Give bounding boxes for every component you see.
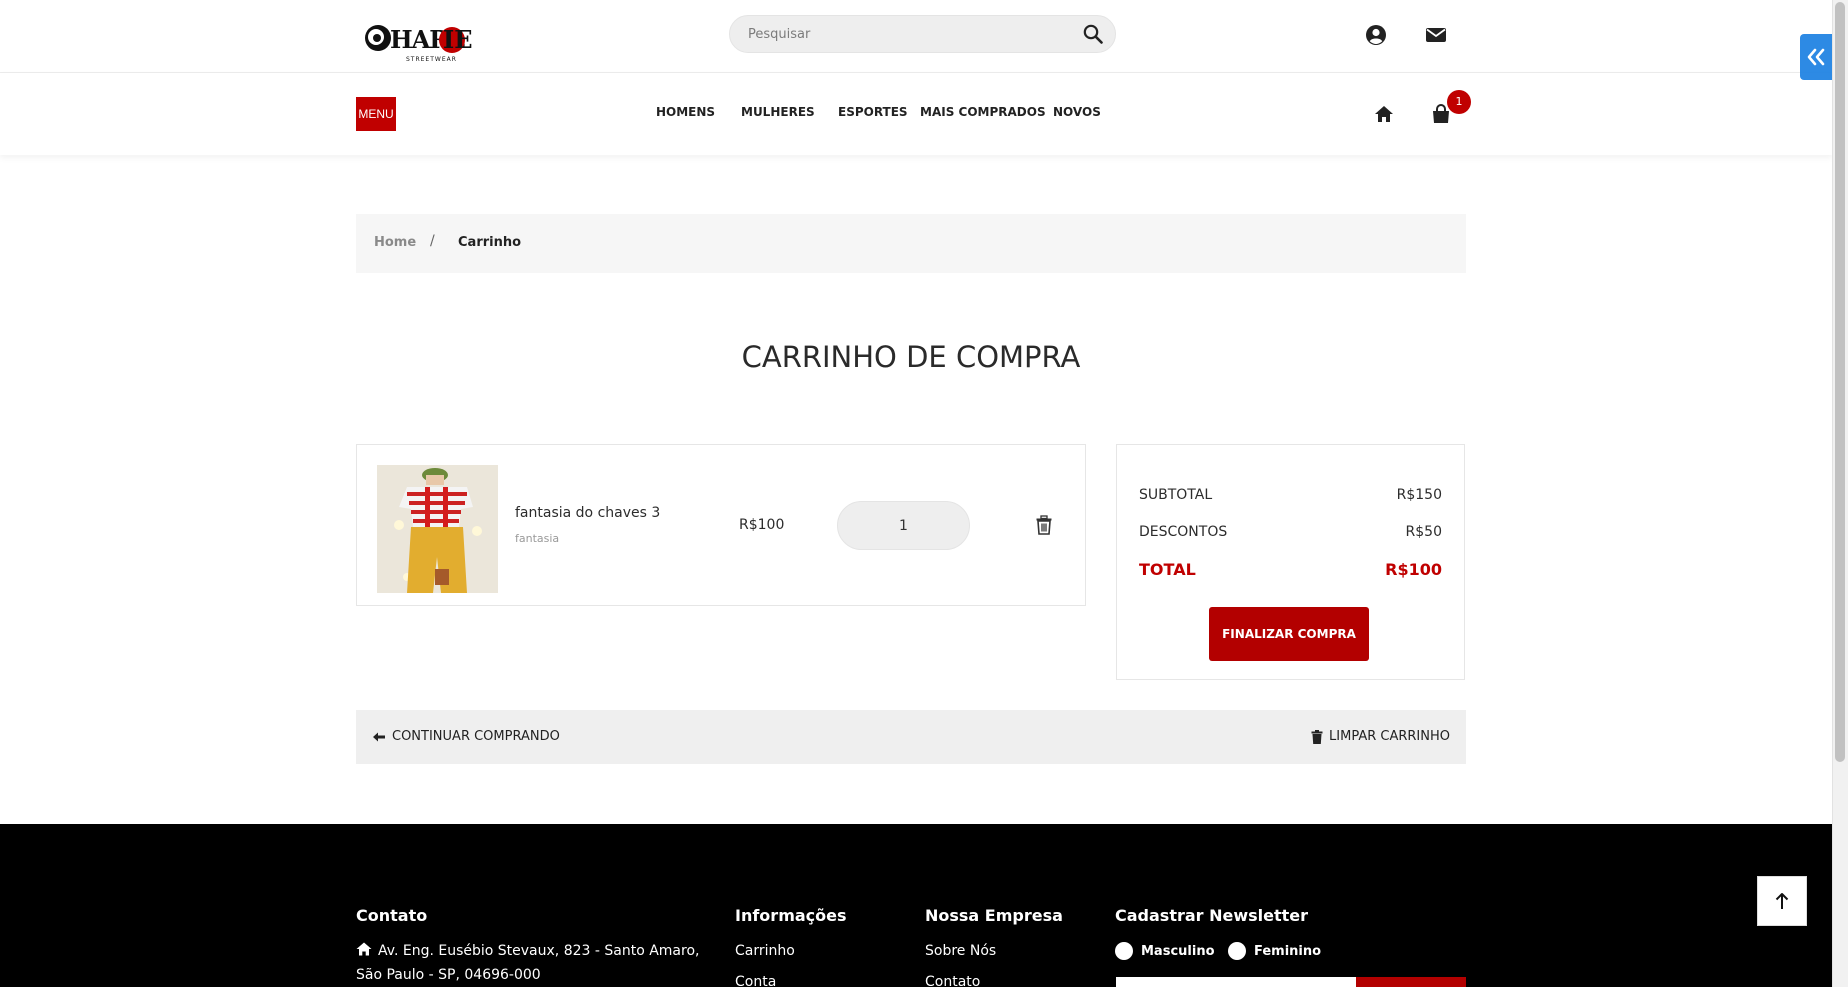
radio-masculino-dot[interactable] (1115, 942, 1133, 960)
nav-item-esportes[interactable]: ESPORTES (838, 105, 908, 119)
svg-text:IE: IE (443, 25, 473, 54)
total-label: TOTAL (1139, 560, 1196, 579)
search-input[interactable] (748, 16, 1068, 52)
trash-icon[interactable] (1035, 515, 1053, 535)
newsletter-email-input[interactable] (1116, 977, 1356, 987)
footer-link-conta[interactable]: Conta (735, 970, 776, 987)
total-value: R$100 (1385, 560, 1442, 579)
footer: Contato Av. Eng. Eusébio Stevaux, 823 - … (0, 824, 1832, 987)
footer-link-sobre-nos[interactable]: Sobre Nós (925, 939, 996, 963)
nav-item-mulheres[interactable]: MULHERES (741, 105, 815, 119)
quantity-input[interactable] (838, 502, 969, 549)
continue-shopping-button[interactable]: CONTINUAR COMPRANDO (372, 729, 560, 744)
user-circle-icon[interactable] (1365, 24, 1387, 46)
menu-button[interactable]: MENU (356, 97, 396, 131)
trash-solid-icon (1311, 729, 1323, 744)
footer-address: Av. Eng. Eusébio Stevaux, 823 - Santo Am… (356, 939, 711, 987)
envelope-icon[interactable] (1425, 24, 1447, 46)
home-icon (356, 942, 372, 956)
logo-graphic: HARL IE STREETWEAR (365, 25, 473, 63)
newsletter-submit-button[interactable] (1356, 977, 1466, 987)
footer-link-carrinho[interactable]: Carrinho (735, 939, 795, 963)
product-category: fantasia (515, 532, 560, 545)
continue-shopping-label: CONTINUAR COMPRANDO (392, 729, 560, 744)
main-nav: MENU HOMENS MULHERES ESPORTES MAIS COMPR… (0, 73, 1832, 155)
top-header: HARL IE STREETWEAR (0, 0, 1832, 80)
product-photo (377, 465, 498, 593)
scrollbar-thumb[interactable] (1835, 2, 1845, 762)
clear-cart-button[interactable]: LIMPAR CARRINHO (1311, 729, 1450, 744)
home-icon[interactable] (1373, 103, 1395, 125)
breadcrumb: Home / Carrinho (356, 214, 1466, 273)
quantity-box (837, 501, 970, 550)
footer-address-text: Av. Eng. Eusébio Stevaux, 823 - Santo Am… (356, 943, 700, 983)
footer-link-contato[interactable]: Contato (925, 970, 980, 987)
cart-item: fantasia do chaves 3 fantasia R$100 (356, 444, 1086, 606)
breadcrumb-current: Carrinho (458, 235, 522, 250)
breadcrumb-separator: / (430, 233, 435, 249)
back-to-top-button[interactable] (1757, 876, 1807, 926)
radio-feminino-dot[interactable] (1228, 942, 1246, 960)
breadcrumb-home-link[interactable]: Home (374, 235, 416, 250)
radio-masculino-label: Masculino (1141, 943, 1215, 959)
nav-item-novos[interactable]: NOVOS (1053, 105, 1101, 119)
site-logo[interactable]: HARL IE STREETWEAR (364, 18, 484, 64)
subtotal-value: R$150 (1396, 487, 1442, 503)
footer-contact-heading: Contato (356, 906, 428, 925)
page: HARL IE STREETWEAR Pesquisar MENU HOMENS… (0, 0, 1832, 987)
clear-cart-label: LIMPAR CARRINHO (1329, 729, 1450, 744)
footer-newsletter-heading: Cadastrar Newsletter (1115, 906, 1309, 925)
arrow-left-icon (373, 732, 385, 741)
svg-text:STREETWEAR: STREETWEAR (406, 56, 457, 63)
order-summary: SUBTOTAL R$150 DESCONTOS R$50 TOTAL R$10… (1116, 444, 1465, 680)
nav-item-mais-comprados[interactable]: MAIS COMPRADOS (920, 105, 1046, 119)
search-box (729, 15, 1116, 53)
subtotal-label: SUBTOTAL (1139, 487, 1213, 503)
checkout-button[interactable]: FINALIZAR COMPRA (1209, 607, 1369, 661)
nav-item-homens[interactable]: HOMENS (656, 105, 715, 119)
arrow-up-icon (1775, 893, 1789, 909)
product-price: R$100 (739, 517, 785, 533)
radio-feminino[interactable]: Feminino (1228, 942, 1321, 960)
radio-masculino[interactable]: Masculino (1115, 942, 1215, 960)
product-image[interactable] (377, 465, 498, 593)
discount-label: DESCONTOS (1139, 524, 1228, 540)
page-title: CARRINHO DE COMPRA (741, 340, 1081, 374)
discount-value: R$50 (1405, 524, 1442, 540)
cart-count-badge: 1 (1447, 90, 1471, 114)
search-icon[interactable] (1083, 24, 1103, 44)
footer-info-heading: Informações (735, 906, 847, 925)
footer-company-heading: Nossa Empresa (925, 906, 1063, 925)
product-name[interactable]: fantasia do chaves 3 (515, 505, 660, 521)
cart-actions-bar: CONTINUAR COMPRANDO LIMPAR CARRINHO (356, 710, 1466, 764)
radio-feminino-label: Feminino (1254, 943, 1322, 959)
